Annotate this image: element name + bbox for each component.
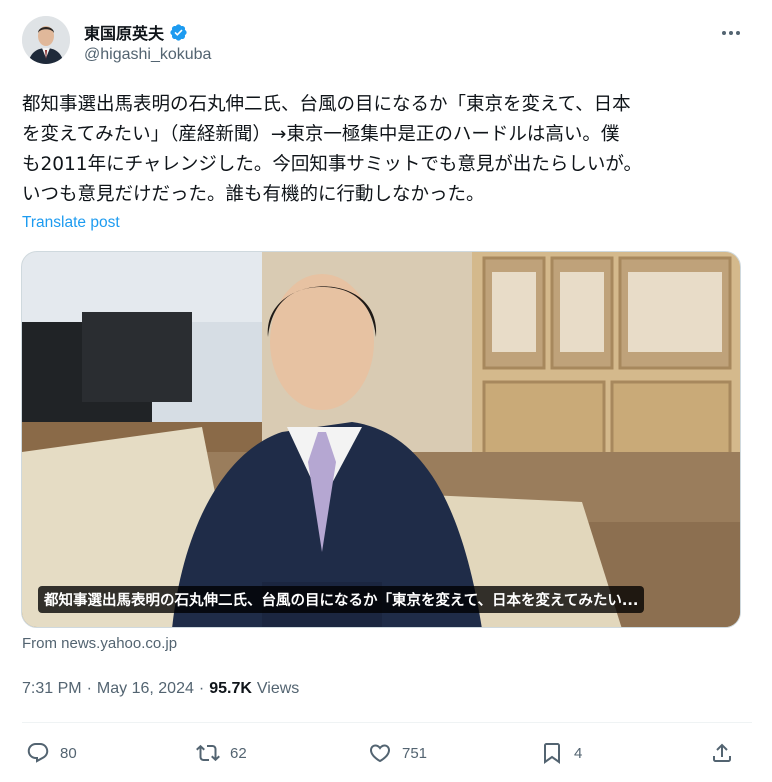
- bookmark-count: 4: [574, 744, 583, 762]
- verified-badge-icon: [170, 23, 187, 41]
- action-bar: 80 62 751 4: [22, 736, 742, 770]
- author-handle[interactable]: @higashi_kokuba: [84, 46, 211, 64]
- author-avatar[interactable]: [22, 16, 70, 64]
- meta-separator: ·: [86, 680, 92, 697]
- tweet-date[interactable]: May 16, 2024: [97, 680, 194, 698]
- meta-separator: ·: [198, 680, 205, 697]
- share-button[interactable]: [710, 736, 734, 770]
- like-count: 751: [402, 744, 428, 762]
- tweet-text: 都知事選出馬表明の石丸伸二氏、台風の目になるか「東京を変えて、日本 を変えてみた…: [22, 94, 643, 205]
- reply-count: 80: [60, 744, 77, 762]
- heart-icon: [369, 744, 391, 763]
- reply-icon: [27, 743, 49, 763]
- tweet-header: 東国原英夫 @higashi_kokuba: [22, 16, 752, 72]
- card-source[interactable]: From news.yahoo.co.jp: [22, 635, 177, 652]
- card-image: [22, 252, 740, 627]
- share-icon: [713, 743, 731, 762]
- views-label[interactable]: Views: [257, 680, 299, 698]
- author-name[interactable]: 東国原英夫: [84, 20, 164, 44]
- card-caption: 都知事選出馬表明の石丸伸二氏、台風の目になるか「東京を変えて、日本を変えてみたい…: [38, 586, 645, 613]
- tweet-meta: 7:31 PM · May 16, 2024 · 95.7K Views: [22, 680, 299, 698]
- like-button[interactable]: 751: [368, 736, 427, 770]
- repost-button[interactable]: 62: [196, 736, 247, 770]
- divider: [22, 722, 752, 723]
- link-card[interactable]: 都知事選出馬表明の石丸伸二氏、台風の目になるか「東京を変えて、日本を変えてみたい…: [21, 251, 741, 628]
- bookmark-button[interactable]: 4: [540, 736, 582, 770]
- repost-count: 62: [230, 744, 247, 762]
- bookmark-icon: [544, 743, 560, 764]
- views-count[interactable]: 95.7K: [209, 680, 252, 698]
- repost-icon: [196, 744, 220, 762]
- translate-post-link[interactable]: Translate post: [22, 214, 120, 232]
- tweet-time[interactable]: 7:31 PM: [22, 680, 82, 698]
- reply-button[interactable]: 80: [26, 736, 77, 770]
- more-options-icon[interactable]: [718, 20, 744, 46]
